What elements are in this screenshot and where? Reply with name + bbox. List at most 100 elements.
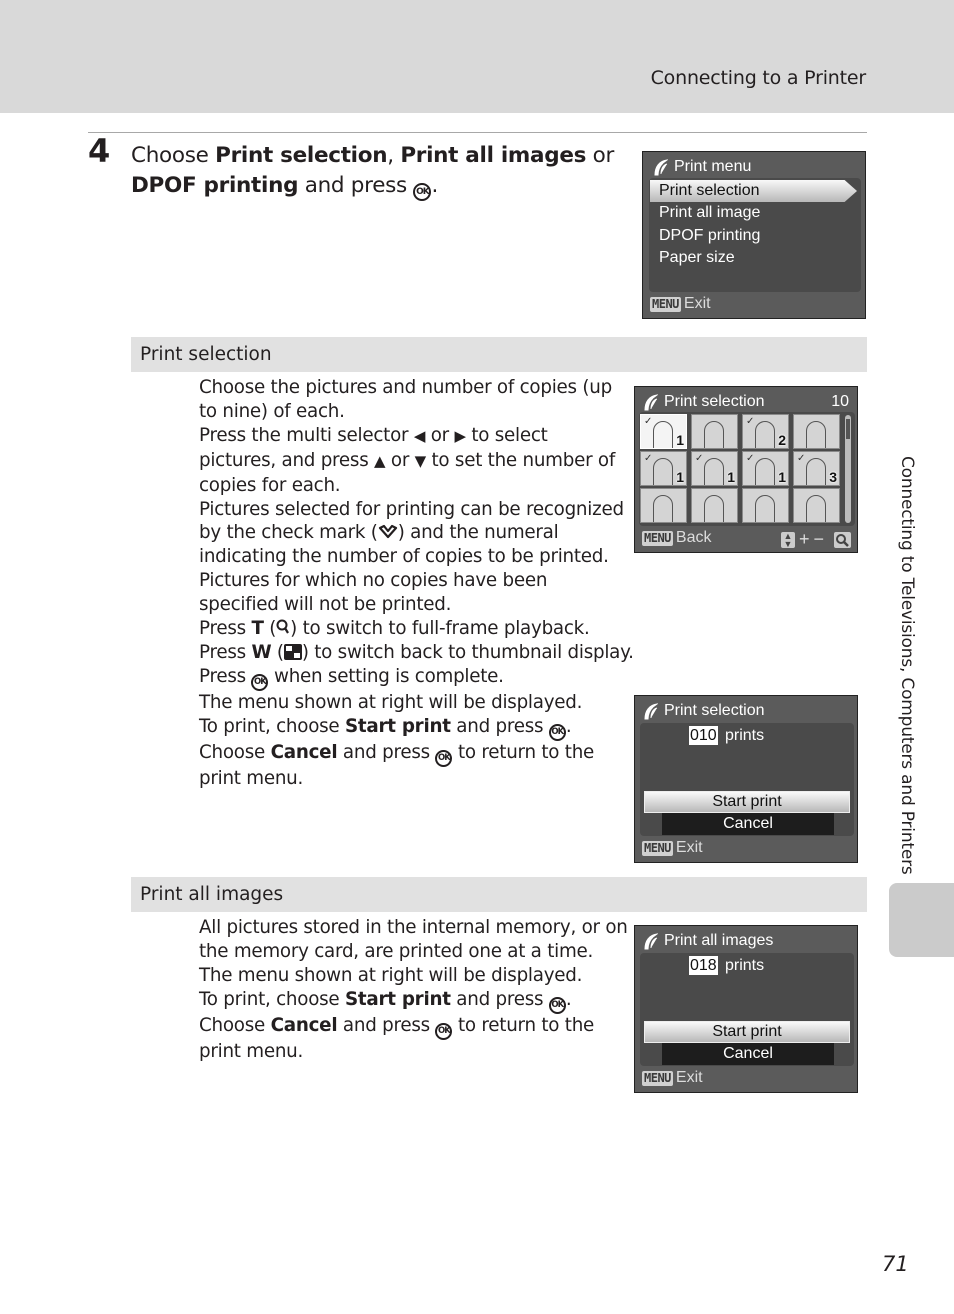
print-all-description: All pictures stored in the internal memo… [199,916,629,1064]
start-print-button[interactable]: Start print [644,791,850,813]
option-print-selection: Print selection [215,143,388,168]
start-print-label: Start print [344,715,451,737]
screen-footer: MENU Exit [642,1069,703,1087]
thumbnail[interactable]: ✓ 3 [793,451,840,486]
scrollbar[interactable] [845,415,851,523]
copies-label: prints [725,727,765,744]
thumbnail-image [704,421,724,448]
copies-label: prints [725,957,765,974]
thumbnail-image [653,458,673,485]
text: or [586,143,615,168]
check-mark-icon: ✓ [746,453,755,464]
screen-footer: MENU Exit [642,839,703,857]
screen-footer: MENU Exit [650,295,711,313]
copies-count: 1 [727,469,735,485]
text-line: Press T () to switch to full-frame playb… [199,617,629,641]
exit-label: Exit [675,839,703,856]
thumbnail-image [755,421,775,448]
thumbnail[interactable]: ✓ 1 [640,451,687,486]
text-line: Pictures for which no copies have been [199,570,548,592]
exit-label: Exit [675,1069,703,1086]
up-down-icon: ▲ ▼ [780,531,795,548]
thumbnail-image [704,458,724,485]
text: and press [337,1014,436,1036]
thumbnail[interactable]: ✓ 1 [640,414,687,449]
cancel-label: Cancel [270,1014,338,1036]
text-line: indicating the number of copies to be pr… [199,546,609,568]
pictbridge-icon [644,932,658,949]
text: . [565,715,572,737]
pictbridge-icon [644,702,658,719]
text: and press [450,988,549,1010]
text-line: print menu. [199,1040,304,1062]
left-arrow-icon: ◀ [413,426,426,445]
thumbnail-image [806,495,826,522]
thumbnail[interactable] [793,414,840,449]
text: Choose [131,143,216,168]
print-selection-description: Choose the pictures and number of copies… [199,376,634,791]
start-print-button[interactable]: Start print [644,1021,850,1043]
thumbnail-image [755,495,775,522]
menu-item-paper-size[interactable]: Paper size [659,249,735,267]
text: or [385,449,415,471]
text-line: specified will not be printed. [199,594,452,616]
section-heading-print-all-images: Print all images [131,877,867,912]
right-arrow-icon: ▶ [454,426,466,445]
text-line: Press OK when setting is complete. [199,665,629,691]
text: ) to switch back to thumbnail display. [301,641,634,663]
text: or [425,424,455,446]
ok-button-icon: OK [251,673,269,691]
thumbnail-image [806,458,826,485]
thumbnail[interactable] [742,488,789,523]
thumbnail[interactable] [691,488,738,523]
text-line: to nine) of each. [199,400,345,422]
step-number: 4 [88,132,111,170]
menu-item-dpof-printing[interactable]: DPOF printing [659,227,760,245]
text-line: Choose the pictures and number of copies… [199,377,612,398]
text-line: copies for each. [199,474,341,496]
text-line: Press W () to switch back to thumbnail d… [199,641,634,665]
thumbnail[interactable] [691,414,738,449]
text: . [565,988,572,1010]
option-print-all-images: Print all images [400,143,587,168]
text: ( [271,641,284,663]
text-line: Choose Cancel and press OK to return to … [199,1014,629,1040]
thumbnail[interactable]: ✓ 2 [742,414,789,449]
check-mark-icon: ✓ [746,416,755,427]
thumbnail[interactable] [793,488,840,523]
text: Choose [199,741,271,763]
copies-count: 3 [829,469,837,485]
back-label: Back [675,529,712,546]
text: Choose [199,1014,271,1036]
thumbnail-image [755,458,775,485]
cancel-button[interactable]: Cancel [662,1043,834,1065]
title-text: Print all images [664,932,774,949]
thumbnail[interactable]: ✓ 1 [691,451,738,486]
header-title: Connecting to a Printer [650,67,867,89]
magnify-icon [276,619,290,634]
exit-label: Exit [683,295,711,312]
text-line: The menu shown at right will be displaye… [199,691,583,713]
text: Press [199,618,252,640]
ok-button-icon: OK [548,996,566,1014]
text-line: Choose Cancel and press OK to return to … [199,741,629,767]
copies-count: 018 [689,956,718,975]
scrollbar-thumb[interactable] [846,419,850,439]
text: when setting is complete. [268,665,504,687]
cancel-label: Cancel [270,741,338,763]
ok-button-icon: OK [435,1022,453,1040]
option-dpof-printing: DPOF printing [131,173,299,198]
page-number: 71 [882,1252,909,1276]
title-text: Print selection [664,393,765,410]
text: and press [450,715,549,737]
thumbnail[interactable] [640,488,687,523]
thumbnail[interactable]: ✓ 1 [742,451,789,486]
divider [88,132,867,133]
print-menu-screen: Print menu Print selection Print all ima… [642,151,866,319]
image-count: 10 [831,393,849,410]
menu-item-print-selection[interactable]: Print selection [650,180,857,202]
cancel-button[interactable]: Cancel [662,813,834,835]
copies-count: 010 [689,726,718,745]
menu-item-print-all-image[interactable]: Print all image [659,204,760,222]
text: and press [337,741,436,763]
